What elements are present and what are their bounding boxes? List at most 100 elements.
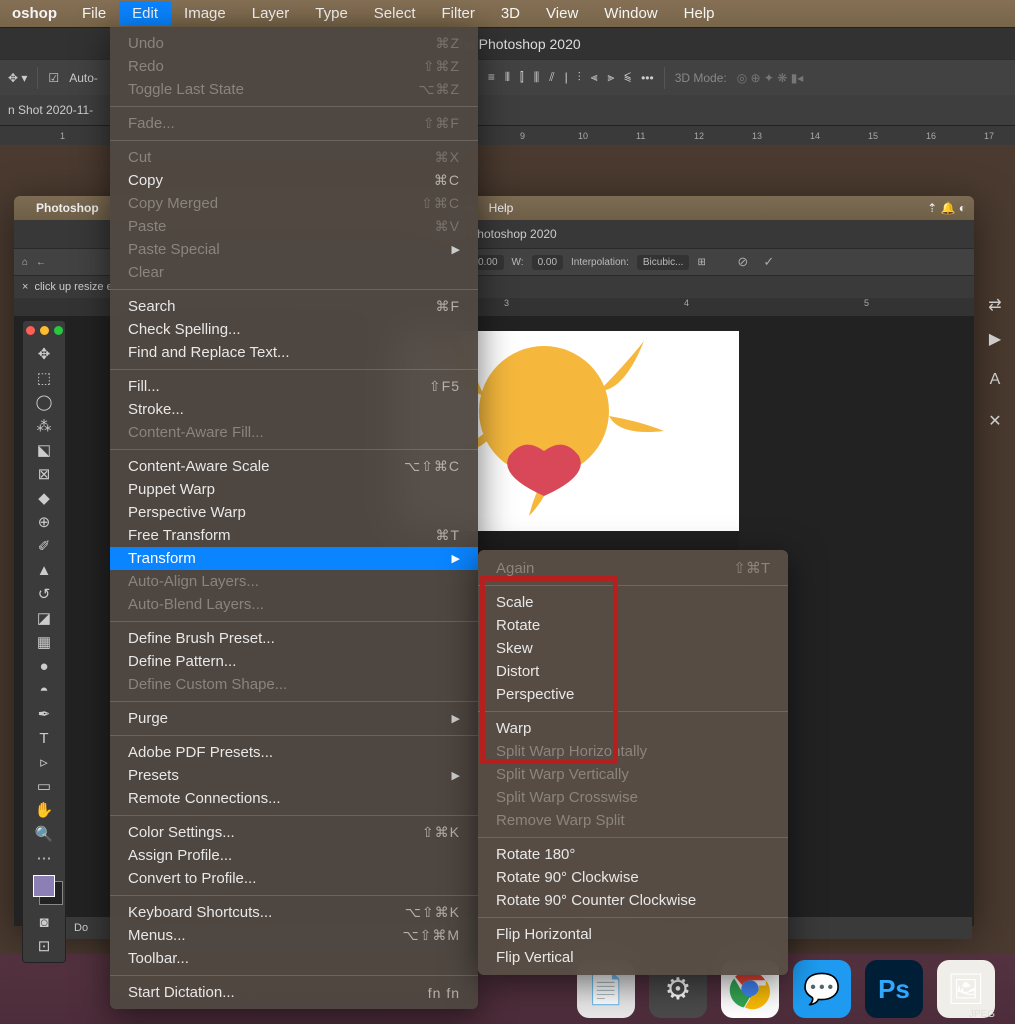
edit-menu-color-settings-[interactable]: Color Settings...⇧⌘K (110, 821, 478, 844)
move-tool-icon[interactable]: ✥ ▾ (8, 71, 27, 85)
blur-tool[interactable]: ● (32, 655, 56, 677)
transform-menu-warp[interactable]: Warp (478, 717, 788, 740)
transform-menu-rotate-90-clockwise[interactable]: Rotate 90° Clockwise (478, 866, 788, 889)
edit-menu-presets[interactable]: Presets▶ (110, 764, 478, 787)
screenmode-tool[interactable]: ⊡ (32, 935, 56, 957)
wand-tool[interactable]: ⁂ (32, 415, 56, 437)
dock-photoshop[interactable]: Ps (865, 960, 923, 1018)
menu-help[interactable]: Help (671, 1, 728, 26)
align-icons[interactable]: ≡ ⫴ ⫿ ⫼ ⫽ | ⫶ ⫷ ⫸ ⫹ (488, 70, 631, 85)
inner-menu-help[interactable]: Help (489, 201, 514, 215)
edit-menu-menus-[interactable]: Menus...⌥⇧⌘M (110, 924, 478, 947)
eraser-tool[interactable]: ◪ (32, 607, 56, 629)
menu-view[interactable]: View (533, 1, 591, 26)
menu-3d[interactable]: 3D (488, 1, 533, 26)
frame-tool[interactable]: ⊠ (32, 463, 56, 485)
type-panel-icon[interactable]: A (990, 371, 1001, 389)
edit-menu-purge[interactable]: Purge▶ (110, 707, 478, 730)
edit-menu-convert-to-profile-[interactable]: Convert to Profile... (110, 867, 478, 890)
menu-image[interactable]: Image (171, 1, 239, 26)
edit-menu-define-pattern-[interactable]: Define Pattern... (110, 650, 478, 673)
play-icon[interactable]: ▶ (989, 329, 1001, 349)
dock-messages[interactable]: 💬 (793, 960, 851, 1018)
right-panel-icons: ⇄ ▶ A ✕ (981, 295, 1009, 431)
edit-menu-content-aware-scale[interactable]: Content-Aware Scale⌥⇧⌘C (110, 455, 478, 478)
auto-checkbox[interactable]: ☑ (48, 71, 59, 85)
edit-menu-toolbar-[interactable]: Toolbar... (110, 947, 478, 970)
3d-icons[interactable]: ◎ ⊕ ✦ ❋ ▮◂ (737, 71, 804, 85)
edit-menu-copy[interactable]: Copy⌘C (110, 169, 478, 192)
transform-menu-distort[interactable]: Distort (478, 660, 788, 683)
type-tool[interactable]: T (32, 727, 56, 749)
crop-tool[interactable]: ⬕ (32, 439, 56, 461)
healing-tool[interactable]: ⊕ (32, 511, 56, 533)
transform-menu-rotate[interactable]: Rotate (478, 614, 788, 637)
transform-menu-perspective[interactable]: Perspective (478, 683, 788, 706)
hand-tool[interactable]: ✋ (32, 799, 56, 821)
quickmask-tool[interactable]: ◙ (32, 911, 56, 933)
edit-menu-define-brush-preset-[interactable]: Define Brush Preset... (110, 627, 478, 650)
more-icon[interactable]: ••• (641, 71, 654, 85)
tab-label: n Shot 2020-11- (8, 103, 93, 117)
transform-menu-remove-warp-split: Remove Warp Split (478, 809, 788, 832)
edit-menu-assign-profile-[interactable]: Assign Profile... (110, 844, 478, 867)
transform-menu-flip-vertical[interactable]: Flip Vertical (478, 946, 788, 969)
stamp-tool[interactable]: ▲ (32, 559, 56, 581)
edit-menu-find-and-replace-text-[interactable]: Find and Replace Text... (110, 341, 478, 364)
edit-menu-stroke-[interactable]: Stroke... (110, 398, 478, 421)
3dmode-label: 3D Mode: (675, 71, 727, 85)
brush-tool[interactable]: ✐ (32, 535, 56, 557)
edit-menu-fill-[interactable]: Fill...⇧F5 (110, 375, 478, 398)
edit-menu-search[interactable]: Search⌘F (110, 295, 478, 318)
edit-menu-puppet-warp[interactable]: Puppet Warp (110, 478, 478, 501)
menu-filter[interactable]: Filter (429, 1, 488, 26)
transform-menu-rotate-90-counter-clockwise[interactable]: Rotate 90° Counter Clockwise (478, 889, 788, 912)
cancel-icon[interactable]: ⊘ (734, 253, 752, 271)
transform-submenu: Again⇧⌘TScaleRotateSkewDistortPerspectiv… (478, 550, 788, 975)
history-brush-tool[interactable]: ↺ (32, 583, 56, 605)
home-icon[interactable]: ⌂ (22, 257, 28, 268)
doc-info: Do (74, 922, 88, 934)
path-tool[interactable]: ▹ (32, 751, 56, 773)
inner-menu-photoshop[interactable]: Photoshop (36, 201, 99, 215)
eyedropper-tool[interactable]: ◆ (32, 487, 56, 509)
edit-menu-adobe-pdf-presets-[interactable]: Adobe PDF Presets... (110, 741, 478, 764)
transform-menu-scale[interactable]: Scale (478, 591, 788, 614)
transform-menu-split-warp-crosswise: Split Warp Crosswise (478, 786, 788, 809)
edit-menu-copy-merged: Copy Merged⇧⌘C (110, 192, 478, 215)
edit-menu-check-spelling-[interactable]: Check Spelling... (110, 318, 478, 341)
edit-menu-keyboard-shortcuts-[interactable]: Keyboard Shortcuts...⌥⇧⌘K (110, 901, 478, 924)
tools-icon[interactable]: ✕ (988, 411, 1001, 431)
transform-menu-flip-horizontal[interactable]: Flip Horizontal (478, 923, 788, 946)
menu-select[interactable]: Select (361, 1, 429, 26)
transform-menu-rotate-180-[interactable]: Rotate 180° (478, 843, 788, 866)
menu-type[interactable]: Type (302, 1, 361, 26)
edit-menu-remote-connections-[interactable]: Remote Connections... (110, 787, 478, 810)
back-icon[interactable]: ← (36, 257, 46, 268)
color-swatch[interactable] (33, 875, 55, 897)
edit-menu-start-dictation-[interactable]: Start Dictation...fn fn (110, 981, 478, 1004)
transform-menu-skew[interactable]: Skew (478, 637, 788, 660)
edit-menu-free-transform[interactable]: Free Transform⌘T (110, 524, 478, 547)
menu-layer[interactable]: Layer (239, 1, 303, 26)
history-icon[interactable]: ⇄ (988, 295, 1001, 315)
confirm-icon[interactable]: ✓ (760, 253, 778, 271)
menu-edit[interactable]: Edit (119, 1, 171, 26)
edit-toolbar[interactable]: ⋯ (32, 847, 56, 869)
shape-tool[interactable]: ▭ (32, 775, 56, 797)
move-tool[interactable]: ✥ (32, 343, 56, 365)
zoom-tool[interactable]: 🔍 (32, 823, 56, 845)
edit-menu-transform[interactable]: Transform▶ (110, 547, 478, 570)
edit-menu-paste-special: Paste Special▶ (110, 238, 478, 261)
edit-menu-perspective-warp[interactable]: Perspective Warp (110, 501, 478, 524)
pen-tool[interactable]: ✒ (32, 703, 56, 725)
marquee-tool[interactable]: ⬚ (32, 367, 56, 389)
menu-file[interactable]: File (69, 1, 119, 26)
lasso-tool[interactable]: ◯ (32, 391, 56, 413)
grid-icon[interactable]: ⊞ (697, 257, 705, 268)
w-field[interactable]: 0.00 (532, 255, 563, 270)
gradient-tool[interactable]: ▦ (32, 631, 56, 653)
interp-select[interactable]: Bicubic... (637, 255, 690, 270)
dodge-tool[interactable]: ◓ (32, 679, 56, 701)
menu-window[interactable]: Window (591, 1, 670, 26)
